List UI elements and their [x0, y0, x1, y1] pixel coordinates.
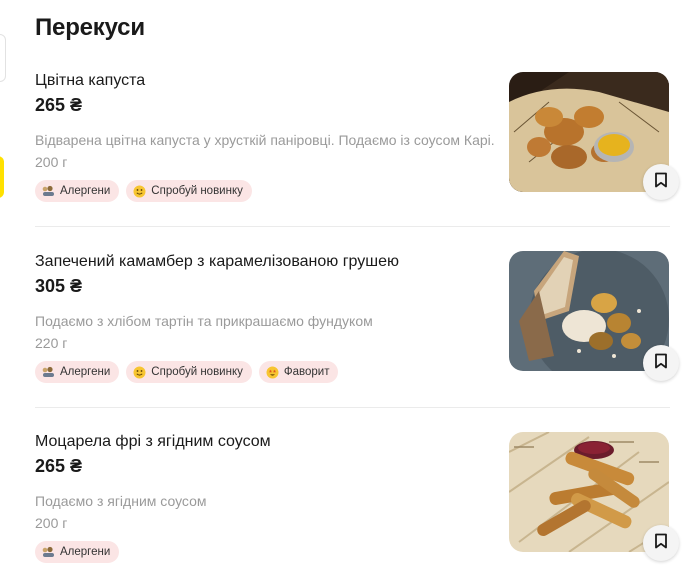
item-price: 265 ₴ — [35, 456, 83, 476]
badge-favorite[interactable]: Фаворит — [258, 361, 339, 383]
item-divider — [35, 226, 670, 227]
item-weight: 220 г — [35, 335, 68, 351]
badge-try-new[interactable]: Спробуй новинку — [126, 361, 252, 383]
badge-label: Спробуй новинку — [151, 185, 243, 197]
badge-allergens[interactable]: Алергени — [35, 541, 120, 563]
badge-label: Алергени — [60, 366, 111, 378]
badge-label: Фаворит — [283, 366, 330, 378]
bookmark-icon — [654, 533, 668, 554]
badge-list: Алергени Спробуй новинку — [35, 180, 252, 202]
save-button[interactable] — [643, 164, 679, 200]
item-description: Подаємо з хлібом тартін та прикрашаємо ф… — [35, 313, 373, 329]
badge-label: Спробуй новинку — [151, 366, 243, 378]
item-name: Запечений камамбер з карамелізованою гру… — [35, 253, 400, 270]
smile-icon — [133, 185, 146, 198]
item-description: Подаємо з ягідним соусом — [35, 493, 207, 509]
item-name: Цвітна капуста — [35, 72, 146, 89]
item-divider — [35, 407, 670, 408]
allergens-icon — [42, 366, 55, 379]
item-weight: 200 г — [35, 154, 68, 170]
badge-allergens[interactable]: Алергени — [35, 180, 120, 202]
badge-allergens[interactable]: Алергени — [35, 361, 120, 383]
badge-list: Алергени Спробуй новинку Фаворит — [35, 361, 339, 383]
item-name: Моцарела фрі з ягідним соусом — [35, 433, 271, 450]
item-description: Відварена цвітна капуста у хрусткій пані… — [35, 132, 495, 148]
item-price: 305 ₴ — [35, 276, 83, 296]
badge-label: Алергени — [60, 546, 111, 558]
bookmark-icon — [654, 353, 668, 374]
save-button[interactable] — [643, 345, 679, 381]
star-eyes-icon — [266, 366, 279, 379]
sidebar-edge-highlight — [0, 156, 4, 198]
allergens-icon — [42, 185, 55, 198]
section-title: Перекуси — [35, 14, 145, 41]
bookmark-icon — [654, 172, 668, 193]
badge-list: Алергени — [35, 541, 120, 563]
smile-icon — [133, 366, 146, 379]
item-weight: 200 г — [35, 515, 68, 531]
menu-item[interactable]: Цвітна капуста 265 ₴ Відварена цвітна ка… — [35, 72, 679, 202]
menu-item[interactable]: Моцарела фрі з ягідним соусом 265 ₴ Пода… — [35, 432, 679, 563]
save-button[interactable] — [643, 525, 679, 561]
badge-try-new[interactable]: Спробуй новинку — [126, 180, 252, 202]
item-price: 265 ₴ — [35, 95, 83, 115]
allergens-icon — [42, 546, 55, 559]
badge-label: Алергени — [60, 185, 111, 197]
sidebar-edge-card — [0, 34, 6, 82]
menu-item[interactable]: Запечений камамбер з карамелізованою гру… — [35, 251, 679, 383]
